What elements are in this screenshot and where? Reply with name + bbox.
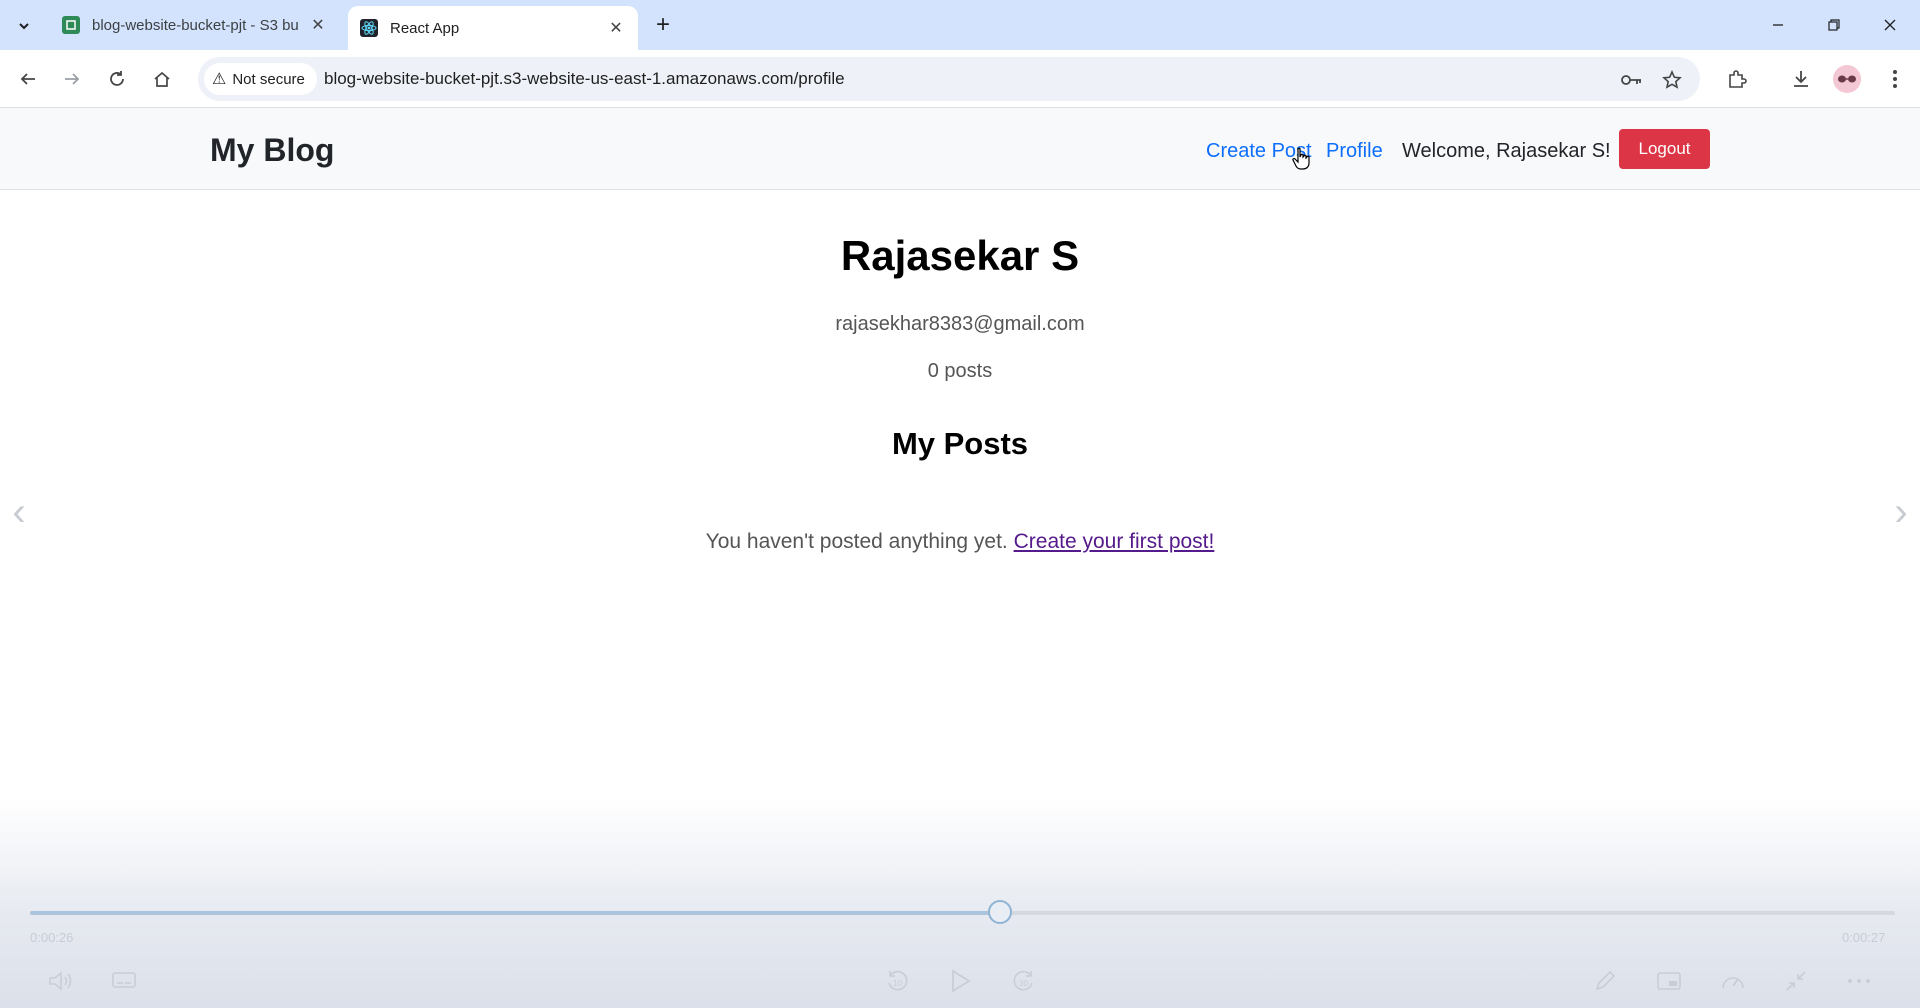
security-chip[interactable]: ⚠ Not secure — [204, 63, 317, 95]
more-options-button[interactable] — [1842, 966, 1876, 996]
downloads-button[interactable] — [1786, 64, 1816, 94]
restore-icon — [1828, 19, 1840, 31]
profile-email: rajasekhar8383@gmail.com — [835, 313, 1085, 335]
svg-text:30: 30 — [1019, 979, 1028, 988]
arrow-right-icon — [65, 73, 80, 85]
tab-search-button[interactable] — [10, 12, 38, 40]
home-icon — [154, 71, 170, 87]
home-button[interactable] — [147, 64, 177, 94]
password-key-icon[interactable] — [1620, 68, 1644, 92]
new-tab-button[interactable]: + — [650, 11, 676, 38]
picture-in-picture-button[interactable] — [1652, 966, 1686, 996]
volume-icon — [49, 971, 72, 991]
avatar-icon — [1838, 75, 1856, 83]
close-icon[interactable]: ✕ — [606, 18, 626, 38]
profile-name: Rajasekar S — [840, 232, 1080, 279]
puzzle-icon — [1729, 70, 1747, 88]
captions-button[interactable] — [107, 966, 141, 996]
tab-s3-bucket[interactable]: blog-website-bucket-pjt - S3 bu ✕ — [50, 6, 340, 44]
post-count: 0 posts — [927, 360, 993, 382]
warning-icon: ⚠ — [212, 71, 227, 88]
window-close-button[interactable] — [1870, 10, 1910, 40]
rewind-10-button[interactable]: 10 — [880, 966, 914, 996]
tab-strip: blog-website-bucket-pjt - S3 bu ✕ React … — [0, 0, 1920, 50]
captions-icon — [112, 972, 136, 988]
empty-posts-text: You haven't posted anything yet. — [705, 530, 1008, 553]
close-icon — [1884, 19, 1896, 31]
react-icon — [360, 19, 378, 37]
security-label: Not secure — [232, 70, 305, 88]
chevron-down-icon — [19, 23, 29, 30]
address-bar[interactable]: ⚠ Not secure blog-website-bucket-pjt.s3-… — [198, 57, 1700, 101]
total-duration: 0:00:27 — [1842, 930, 1886, 945]
next-arrow-icon[interactable]: › — [1886, 490, 1916, 534]
restore-button[interactable] — [1814, 10, 1854, 40]
volume-button[interactable] — [44, 966, 78, 996]
arrow-left-icon — [20, 73, 35, 85]
download-icon — [1794, 71, 1808, 87]
nav-profile[interactable]: Profile — [1326, 140, 1383, 163]
rewind-10-icon: 10 — [888, 970, 908, 991]
logout-button[interactable]: Logout — [1619, 129, 1710, 169]
speed-icon — [1722, 977, 1744, 989]
hand-cursor-icon — [1292, 147, 1310, 170]
seek-thumb[interactable] — [987, 900, 1012, 924]
my-posts-heading: My Posts — [891, 426, 1029, 461]
forward-30-icon: 30 — [1013, 970, 1033, 991]
site-navbar: My Blog Create Post Profile Welcome, Raj… — [0, 108, 1920, 190]
edit-button[interactable] — [1588, 966, 1622, 996]
play-icon — [952, 969, 971, 993]
close-icon[interactable]: ✕ — [308, 15, 328, 35]
exit-fullscreen-button[interactable] — [1779, 966, 1813, 996]
s3-bucket-icon — [62, 16, 80, 34]
svg-text:10: 10 — [893, 979, 902, 988]
tab-react-app[interactable]: React App ✕ — [348, 6, 638, 50]
elapsed-time: 0:00:26 — [30, 930, 74, 945]
browser-toolbar: ⚠ Not secure blog-website-bucket-pjt.s3-… — [0, 50, 1920, 108]
play-button[interactable] — [943, 966, 977, 996]
pencil-icon — [1595, 970, 1616, 991]
tab-title: React App — [390, 19, 460, 37]
site-brand[interactable]: My Blog — [210, 132, 334, 169]
seek-bar[interactable] — [30, 911, 1895, 915]
extensions-button[interactable] — [1722, 64, 1752, 94]
welcome-text: Welcome, Rajasekar S! — [1402, 140, 1611, 162]
bookmark-star-icon[interactable] — [1660, 68, 1684, 92]
plus-icon: + — [655, 11, 670, 38]
create-first-post-link[interactable]: Create your first post! — [1014, 530, 1215, 553]
more-horizontal-icon — [1848, 979, 1870, 983]
collapse-icon — [1786, 971, 1806, 991]
back-button[interactable] — [13, 64, 43, 94]
minimize-button[interactable] — [1758, 10, 1798, 40]
seek-bar-fill — [30, 911, 1000, 915]
tab-title: blog-website-bucket-pjt - S3 bu — [92, 16, 299, 34]
minimize-icon — [1773, 24, 1783, 26]
forward-button[interactable] — [57, 64, 87, 94]
url-text[interactable]: blog-website-bucket-pjt.s3-website-us-ea… — [324, 69, 845, 89]
reload-icon — [110, 71, 124, 86]
reload-button[interactable] — [102, 64, 132, 94]
playback-speed-button[interactable] — [1716, 966, 1750, 996]
kebab-menu-icon — [1893, 70, 1897, 88]
empty-posts-message: You haven't posted anything yet. Create … — [0, 530, 1920, 554]
browser-menu-button[interactable] — [1880, 64, 1910, 94]
picture-in-picture-icon — [1657, 972, 1681, 990]
forward-30-button[interactable]: 30 — [1007, 966, 1041, 996]
profile-avatar[interactable] — [1833, 65, 1861, 93]
previous-arrow-icon[interactable]: ‹ — [4, 490, 34, 534]
